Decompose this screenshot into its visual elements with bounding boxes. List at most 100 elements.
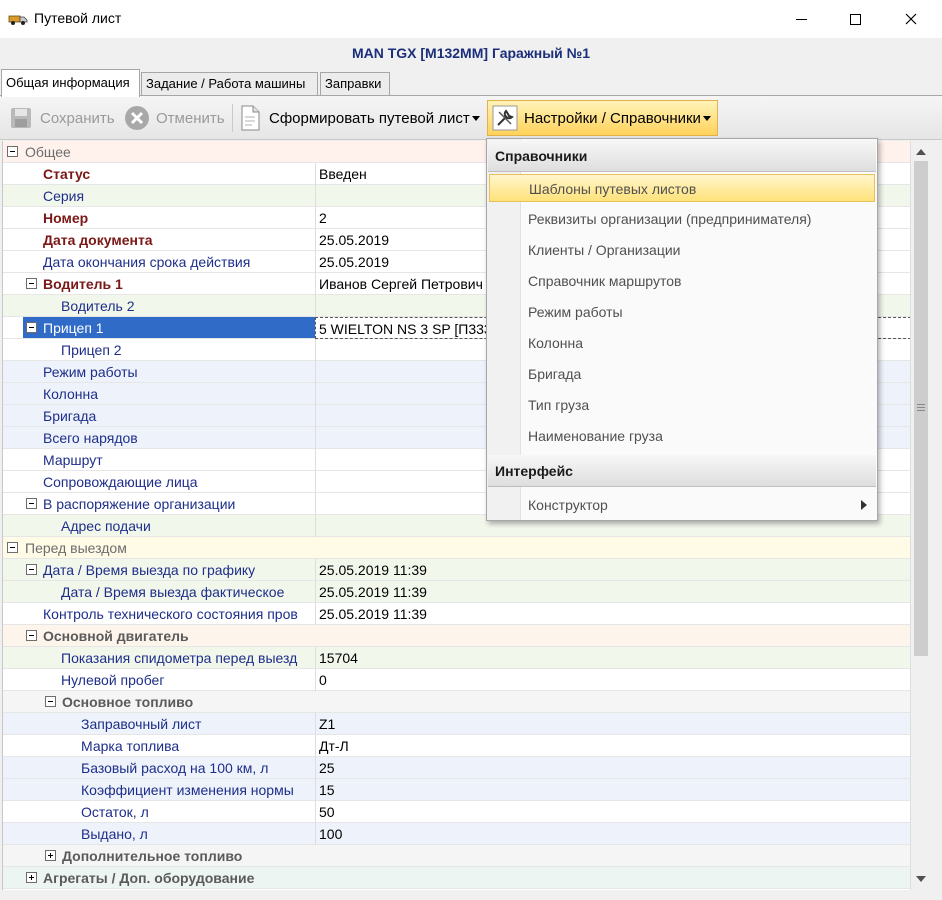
row-label: Водитель 2 — [61, 298, 135, 314]
section-label: Перед выездом — [25, 540, 127, 556]
expand-icon[interactable] — [26, 872, 37, 883]
chevron-right-icon — [861, 500, 867, 510]
row-label: Дата окончания срока действия — [43, 254, 251, 270]
collapse-icon[interactable] — [26, 564, 37, 575]
collapse-icon[interactable] — [45, 696, 56, 707]
row-value[interactable]: 25.05.2019 11:39 — [315, 559, 910, 581]
row-value[interactable]: 25 — [315, 757, 910, 779]
row-label: Колонна — [43, 386, 98, 402]
grid-row[interactable]: Нулевой пробег 0 — [3, 669, 910, 691]
row-label: Показания спидометра перед выезд — [61, 650, 298, 666]
generate-waybill-label: Сформировать путевой лист — [269, 109, 470, 127]
row-label: Всего нарядов — [43, 430, 138, 446]
section-label: Основной двигатель — [43, 628, 189, 644]
grid-section-before-departure[interactable]: Перед выездом — [3, 537, 910, 559]
row-label: Дата документа — [43, 232, 153, 248]
collapse-icon[interactable] — [7, 146, 18, 157]
document-icon — [237, 105, 263, 131]
row-label: Серия — [43, 188, 85, 204]
row-label: В распоряжение организации — [43, 496, 236, 512]
row-label: Контроль технического состояния пров — [43, 606, 298, 622]
grid-row[interactable]: Заправочный лист Z1 — [3, 713, 910, 735]
row-label: Бригада — [43, 408, 97, 424]
section-label: Дополнительное топливо — [62, 848, 243, 864]
chevron-down-icon — [702, 115, 711, 121]
toolbar-separator — [232, 104, 233, 132]
grid-section-units-equipment[interactable]: Агрегаты / Доп. оборудование — [3, 867, 910, 889]
minimize-button[interactable] — [778, 0, 824, 38]
menu-item-cargo-name[interactable]: Наименование груза — [489, 422, 875, 450]
row-label: Марка топлива — [81, 738, 180, 754]
row-label: Водитель 1 — [43, 276, 123, 292]
cancel-icon — [124, 105, 150, 131]
collapse-icon[interactable] — [7, 542, 18, 553]
collapse-icon[interactable] — [26, 278, 37, 289]
grid-row[interactable]: Марка топлива Дт-Л — [3, 735, 910, 757]
toolbar: Сохранить Отменить Сформировать путевой … — [0, 96, 942, 140]
collapse-icon[interactable] — [26, 322, 37, 333]
collapse-icon[interactable] — [26, 498, 37, 509]
grip-line — [917, 410, 925, 411]
tab-refuels[interactable]: Заправки — [320, 72, 390, 96]
row-label: Заправочный лист — [81, 716, 202, 732]
row-value[interactable]: 100 — [315, 823, 910, 845]
grip-line — [917, 404, 925, 405]
section-label: Общее — [25, 144, 71, 160]
generate-waybill-button[interactable]: Сформировать путевой лист — [237, 100, 480, 136]
row-value[interactable]: Z1 — [315, 713, 910, 735]
section-label: Основное топливо — [62, 694, 194, 710]
row-label: Прицеп 1 — [43, 320, 104, 336]
maximize-button[interactable] — [832, 0, 878, 38]
grid-section-extra-fuel[interactable]: Дополнительное топливо — [3, 845, 910, 867]
expand-icon[interactable] — [45, 850, 56, 861]
vehicle-header: MAN TGX [M132MM] Гаражный №1 — [351, 45, 591, 61]
row-value[interactable]: 15 — [315, 779, 910, 801]
grid-row[interactable]: Дата / Время выезда по графику 25.05.201… — [3, 559, 910, 581]
section-label: Агрегаты / Доп. оборудование — [43, 870, 255, 886]
menu-item-work-mode[interactable]: Режим работы — [489, 298, 875, 326]
menu-item-constructor[interactable]: Конструктор — [489, 491, 875, 519]
menu-item-organization-details[interactable]: Реквизиты организации (предпринимателя) — [489, 205, 875, 233]
grid-row[interactable]: Базовый расход на 100 км, л 25 — [3, 757, 910, 779]
grid-row[interactable]: Коэффициент изменения нормы 15 — [3, 779, 910, 801]
tab-general-info[interactable]: Общая информация — [1, 69, 140, 97]
close-button[interactable] — [888, 0, 934, 38]
collapse-icon[interactable] — [26, 630, 37, 641]
menu-item-clients[interactable]: Клиенты / Организации — [489, 236, 875, 264]
cancel-label: Отменить — [156, 109, 225, 127]
settings-references-button[interactable]: Настройки / Справочники — [487, 100, 718, 136]
tab-task-work[interactable]: Задание / Работа машины — [141, 72, 318, 96]
grid-row[interactable]: Дата / Время выезда фактическое 25.05.20… — [3, 581, 910, 603]
menu-item-cargo-type[interactable]: Тип груза — [489, 391, 875, 419]
vertical-scrollbar[interactable] — [910, 141, 930, 890]
tab-bar: Общая информация Задание / Работа машины… — [0, 68, 942, 97]
grid-section-main-fuel[interactable]: Основное топливо — [3, 691, 910, 713]
save-label: Сохранить — [40, 109, 115, 127]
scrollbar-thumb[interactable] — [914, 161, 928, 656]
grip-line — [917, 407, 925, 408]
row-value[interactable]: 0 — [315, 669, 910, 691]
grid-section-main-engine[interactable]: Основной двигатель — [3, 625, 910, 647]
row-value[interactable]: 50 — [315, 801, 910, 823]
menu-section-interface: Интерфейс — [488, 455, 876, 487]
menu-item-waybill-templates[interactable]: Шаблоны путевых листов — [489, 174, 875, 202]
scroll-down-icon[interactable] — [916, 876, 926, 882]
row-value[interactable]: Дт-Л — [315, 735, 910, 757]
row-value[interactable]: 25.05.2019 11:39 — [315, 603, 910, 625]
row-label: Нулевой пробег — [61, 672, 165, 688]
save-button[interactable]: Сохранить — [8, 100, 115, 136]
grid-row[interactable]: Выдано, л 100 — [3, 823, 910, 845]
menu-item-brigade[interactable]: Бригада — [489, 360, 875, 388]
grid-row[interactable]: Контроль технического состояния пров 25.… — [3, 603, 910, 625]
scroll-up-icon[interactable] — [916, 149, 926, 155]
cancel-button[interactable]: Отменить — [124, 100, 225, 136]
menu-item-routes[interactable]: Справочник маршрутов — [489, 267, 875, 295]
row-value[interactable]: 25.05.2019 11:39 — [315, 581, 910, 603]
row-value[interactable]: 15704 — [315, 647, 910, 669]
menu-item-column[interactable]: Колонна — [489, 329, 875, 357]
grid-row[interactable]: Показания спидометра перед выезд 15704 — [3, 647, 910, 669]
row-label: Прицеп 2 — [61, 342, 122, 358]
window-title: Путевой лист — [34, 10, 122, 26]
row-label: Сопровождающие лица — [43, 474, 198, 490]
grid-row[interactable]: Остаток, л 50 — [3, 801, 910, 823]
